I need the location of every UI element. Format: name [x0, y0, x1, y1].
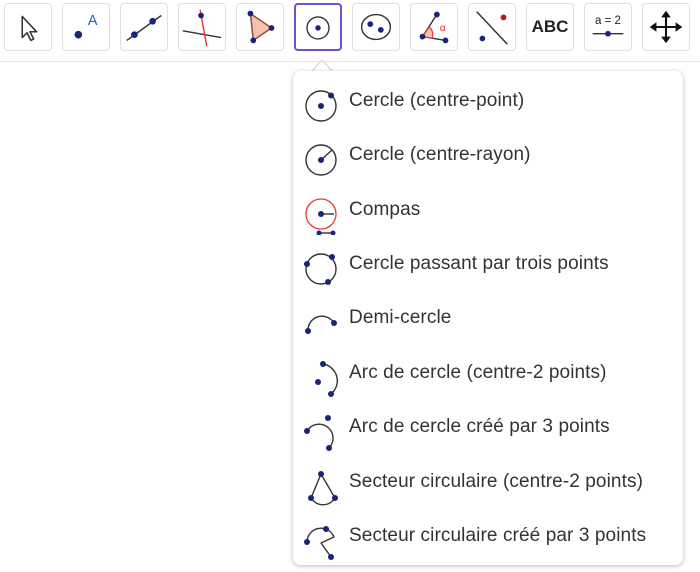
menu-item-arc-center-two-points[interactable]: Arc de cercle (centre-2 points): [293, 350, 683, 402]
text-tool-button[interactable]: ABC: [526, 3, 574, 51]
circle-tool-button[interactable]: [294, 3, 342, 51]
slider-tool-button[interactable]: a = 2: [584, 3, 632, 51]
menu-item-label: Cercle passant par trois points: [349, 253, 609, 274]
reflect-about-line-icon: [476, 11, 508, 45]
point-tool-button[interactable]: A: [62, 3, 110, 51]
angle-tool-button[interactable]: α: [410, 3, 458, 51]
sector-center-two-points-icon: [308, 471, 338, 506]
menu-item-label: Arc de cercle créé par 3 points: [349, 416, 610, 437]
slider-icon: a = 2: [592, 15, 624, 37]
reflect-tool-button[interactable]: [468, 3, 516, 51]
move-graphics-view-icon: [649, 10, 683, 44]
ellipse-tool-button[interactable]: [352, 3, 400, 51]
angle-alpha-glyph: α: [440, 22, 446, 34]
arc-center-two-points-icon: [315, 361, 338, 397]
menu-item-label: Secteur circulaire (centre-2 points): [349, 471, 643, 492]
menu-item-label: Cercle (centre-rayon): [349, 144, 531, 165]
menu-item-sector-center-two-points[interactable]: Secteur circulaire (centre-2 points): [293, 459, 683, 511]
menu-item-sector-three-points[interactable]: Secteur circulaire créé par 3 points: [293, 513, 683, 565]
ellipse-icon: [360, 13, 392, 41]
slider-tool-label: a = 2: [595, 15, 621, 27]
compass-icon: [305, 198, 337, 235]
angle-icon: α: [419, 11, 449, 44]
menu-item-circle-center-radius[interactable]: Cercle (centre-rayon): [293, 132, 683, 184]
menu-item-label: Arc de cercle (centre-2 points): [349, 362, 607, 383]
menu-item-compass[interactable]: Compas: [293, 187, 683, 239]
perpendicular-line-icon: [182, 9, 222, 47]
move-graphics-view-tool-button[interactable]: [642, 3, 690, 51]
menu-item-arc-three-points[interactable]: Arc de cercle créé par 3 points: [293, 404, 683, 456]
circle-center-point-icon: [306, 16, 330, 40]
arc-three-points-icon: [304, 415, 334, 451]
circle-three-points-icon: [304, 253, 337, 285]
polygon-icon: [247, 10, 275, 44]
sector-three-points-icon: [304, 526, 335, 560]
circle-center-point-icon: [305, 90, 337, 122]
line-tool-button[interactable]: [120, 3, 168, 51]
menu-item-semicircle[interactable]: Demi-cercle: [293, 295, 683, 347]
circle-center-radius-icon: [305, 144, 337, 176]
line-through-two-points-icon: [126, 14, 162, 41]
circle-tools-menu: Cercle (centre-point) Cercle (centre-ray…: [293, 71, 683, 565]
menu-item-circle-center-point[interactable]: Cercle (centre-point): [293, 78, 683, 130]
text-tool-label: ABC: [531, 17, 569, 36]
toolbar: A α ABC a = 2: [0, 0, 700, 62]
semicircle-icon: [305, 315, 337, 334]
menu-item-circle-three-points[interactable]: Cercle passant par trois points: [293, 241, 683, 293]
point-label-glyph: A: [88, 13, 98, 29]
arrow-pointer-icon: [21, 15, 38, 42]
perpendicular-line-tool-button[interactable]: [178, 3, 226, 51]
menu-item-label: Demi-cercle: [349, 307, 452, 328]
menu-item-label: Cercle (centre-point): [349, 90, 525, 111]
polygon-tool-button[interactable]: [236, 3, 284, 51]
move-tool-button[interactable]: [4, 3, 52, 51]
point-a-icon: A: [74, 13, 98, 39]
menu-item-label: Compas: [349, 199, 421, 220]
menu-item-label: Secteur circulaire créé par 3 points: [349, 525, 647, 546]
